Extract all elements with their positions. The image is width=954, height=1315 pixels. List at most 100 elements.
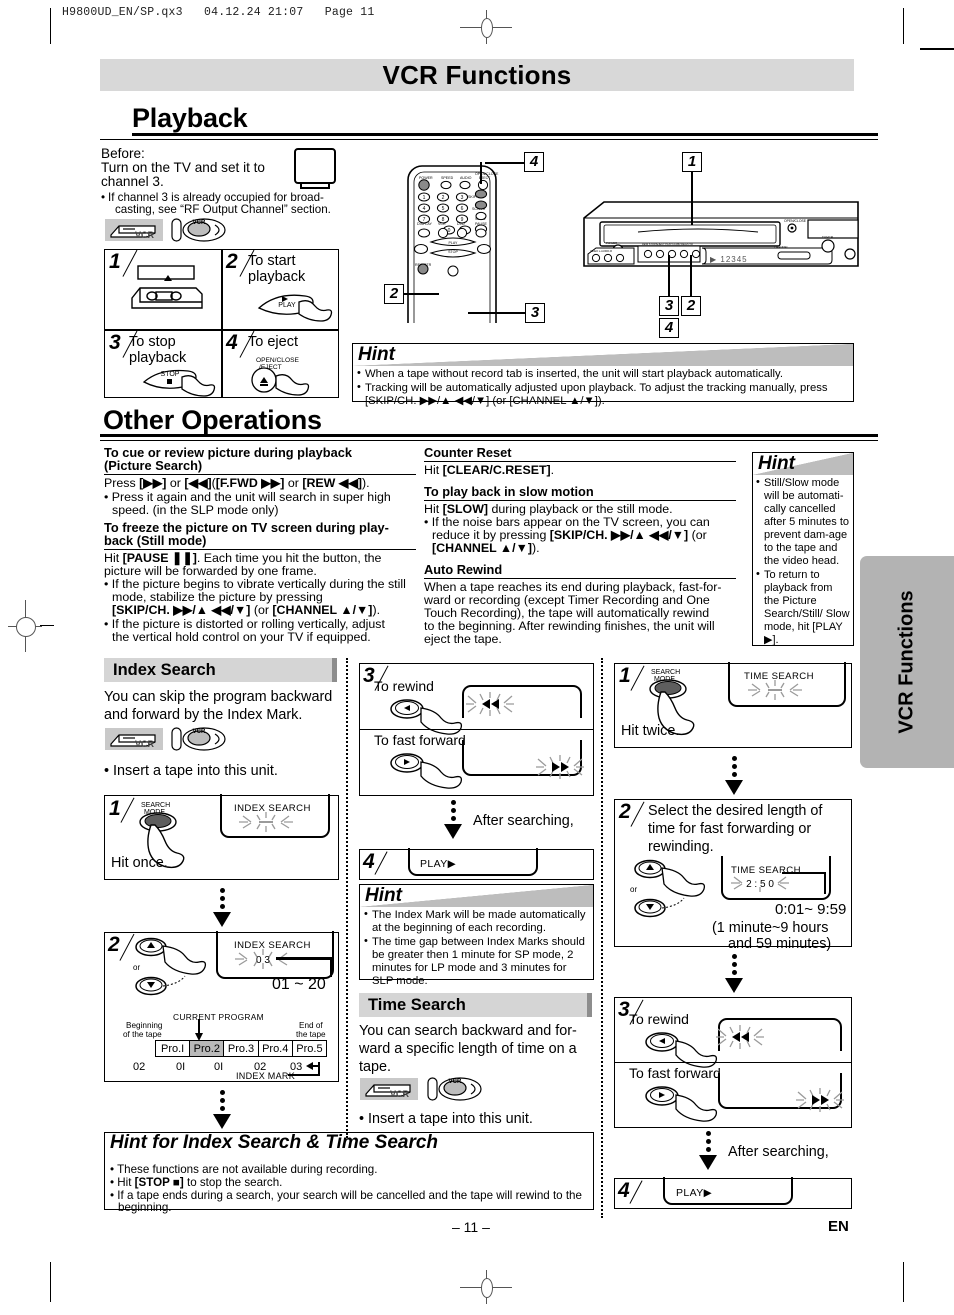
ops-left-b2c: [SKIP/CH. ▶▶/▲ ◀◀/▼] (or [CHANNEL ▲/▼]). xyxy=(112,603,381,617)
svg-text:TV/VCR: TV/VCR xyxy=(822,235,834,239)
playback-hint: Hint When a tape without record tab is i… xyxy=(352,343,854,407)
ops-hint-bar: Hint xyxy=(753,453,853,475)
playback-step-2-label-1: To start xyxy=(248,253,296,269)
side-tab-label: VCR Functions xyxy=(895,590,918,734)
ops-left-rule-2 xyxy=(104,549,416,550)
index-program-table: Pro.I Pro.2 Pro.3 Pro.4 Pro.5 xyxy=(155,1040,327,1057)
svg-text:1: 1 xyxy=(423,195,426,201)
index-ff-button-hand-icon xyxy=(385,750,463,790)
index-step-3-ff-label: To fast forward xyxy=(374,732,466,748)
index-flow-arrow-2 xyxy=(211,1090,233,1129)
index-step-3-number: 3 xyxy=(363,664,375,687)
playback-hint-body: When a tape without record tab is insert… xyxy=(353,366,853,412)
time-step-1-blink-icon xyxy=(748,680,802,702)
vcr-callout-2: 2 xyxy=(681,296,701,316)
index-flow-arrow-3 xyxy=(442,800,464,839)
time-step-2-value-lead-h xyxy=(782,872,826,875)
index-program-cell-4: Pro.4 xyxy=(259,1041,293,1056)
time-updown-buttons-hand-icon: or xyxy=(628,858,714,920)
index-search-title-bar: Index Search xyxy=(104,658,337,682)
playback-step-4-number: 4 xyxy=(226,331,238,354)
ops-mid-h2: To play back in slow motion xyxy=(424,484,594,499)
time-search-intro-3: tape. xyxy=(359,1059,392,1075)
time-step-4-osd-label: PLAY▶ xyxy=(676,1187,713,1199)
stop-button-hand-icon: STOP xyxy=(140,364,220,400)
ops-mid-rule-3 xyxy=(424,578,736,579)
index-step-2-value-lead-v xyxy=(330,957,332,977)
svg-text:7: 7 xyxy=(423,217,426,223)
grid-divider-v xyxy=(221,249,223,398)
index-search-title: Index Search xyxy=(113,660,216,679)
other-operations-heading: Other Operations xyxy=(103,405,322,435)
column-separator-1 xyxy=(346,658,348,1138)
side-tab-vcr-functions: VCR Functions xyxy=(860,556,954,768)
playback-rule-2 xyxy=(100,139,878,141)
svg-text:0 3: 0 3 xyxy=(256,955,270,966)
time-step-2-range: 0:01~ 9:59 xyxy=(775,901,847,918)
ops-mid-rule-2 xyxy=(424,500,736,501)
index-hint-body: The Index Mark will be made automaticall… xyxy=(360,907,593,991)
column-separator-2 xyxy=(601,658,603,1218)
bottom-hint-bullet-1-text: These functions are not available during… xyxy=(117,1163,378,1176)
ops-hint-body: Still/Slow mode will be automati-cally c… xyxy=(753,475,853,650)
index-step-1-number: 1 xyxy=(109,797,121,820)
svg-text:9: 9 xyxy=(461,217,464,223)
crop-mark-bl-v xyxy=(50,1262,51,1302)
time-vcr-remote-badge-icon: VCR xyxy=(426,1074,488,1104)
ops-hint-bullet-2: To return to playback from the Picture S… xyxy=(756,568,850,647)
svg-text:OPEN/CLOSE: OPEN/CLOSE xyxy=(784,219,807,223)
playback-step-3-label-1: To stop xyxy=(129,334,176,350)
time-step-1-caption: Hit twice. xyxy=(621,723,680,739)
playback-step-2-number: 2 xyxy=(226,250,238,273)
crop-mark-tl-v xyxy=(50,8,51,44)
svg-text:CHANNEL: CHANNEL xyxy=(774,245,789,249)
svg-text:STOP: STOP xyxy=(448,250,458,254)
svg-text:STOP: STOP xyxy=(161,371,180,378)
time-step-2-range-note-1: (1 minute~9 hours xyxy=(712,920,829,936)
index-mark-value-3: 0I xyxy=(214,1061,224,1073)
svg-text:5: 5 xyxy=(442,206,445,212)
index-mark-label: INDEX MARK xyxy=(236,1071,296,1081)
index-mark-value-1: 02 xyxy=(133,1061,146,1073)
time-flow-arrow-3 xyxy=(697,1131,719,1170)
index-after-searching: After searching, xyxy=(473,813,574,829)
time-vcr-tape-badge-icon: VCR xyxy=(360,1078,418,1100)
svg-text:▶ 12345: ▶ 12345 xyxy=(710,255,748,264)
time-step-2-line1: Select the desired length of xyxy=(648,803,823,819)
time-step-1-number: 1 xyxy=(619,664,631,687)
index-rew-blink-icon xyxy=(466,692,514,716)
svg-text:VCR: VCR xyxy=(135,739,155,749)
index-insert-note: • Insert a tape into this unit. xyxy=(104,763,278,779)
ops-left-b1b: speed. (in the SLP mode only) xyxy=(112,503,279,517)
index-step-3-rewind-label: To rewind xyxy=(374,678,434,694)
ops-hint-bullet-1: Still/Slow mode will be automati-cally c… xyxy=(756,476,850,568)
remote-callout-2: 2 xyxy=(384,284,404,304)
index-search-intro-1: You can skip the program backward xyxy=(104,689,333,705)
playback-rule-1 xyxy=(132,133,878,136)
tv-stand-icon xyxy=(300,184,330,189)
svg-text:AUDIO: AUDIO xyxy=(460,176,472,180)
ops-mid-h3: Auto Rewind xyxy=(424,562,503,577)
index-step-1-blink-icon xyxy=(239,812,293,834)
index-flow-arrow-1 xyxy=(211,888,233,927)
index-insert-note-text: Insert a tape into this unit. xyxy=(113,763,278,779)
other-ops-rule-2 xyxy=(100,440,878,442)
tv-icon xyxy=(294,148,336,184)
time-ff-blink-icon xyxy=(796,1088,844,1112)
svg-text:2 : 5 0: 2 : 5 0 xyxy=(746,879,774,890)
time-step-3-ff-label: To fast forward xyxy=(629,1065,721,1081)
other-operations-hint: Hint Still/Slow mode will be automati-ca… xyxy=(752,452,854,646)
svg-text:PLAY: PLAY xyxy=(449,241,459,245)
before-note-bullet: • xyxy=(101,191,106,204)
svg-text:SPEED: SPEED xyxy=(441,176,454,180)
playback-hint-bullet-1: When a tape without record tab is insert… xyxy=(357,367,849,381)
playback-heading: Playback xyxy=(132,103,248,133)
remote-callout-2-lead xyxy=(404,293,439,295)
time-step-2-line3: rewinding. xyxy=(648,839,714,855)
remote-callout-4: 4 xyxy=(524,152,544,172)
registration-mark-bottom xyxy=(460,1270,512,1304)
svg-text:4: 4 xyxy=(423,206,426,212)
index-search-intro-2: and forward by the Index Mark. xyxy=(104,707,303,723)
svg-text:VCR: VCR xyxy=(135,230,155,240)
time-step-2-line2: time for fast forwarding or xyxy=(648,821,812,837)
